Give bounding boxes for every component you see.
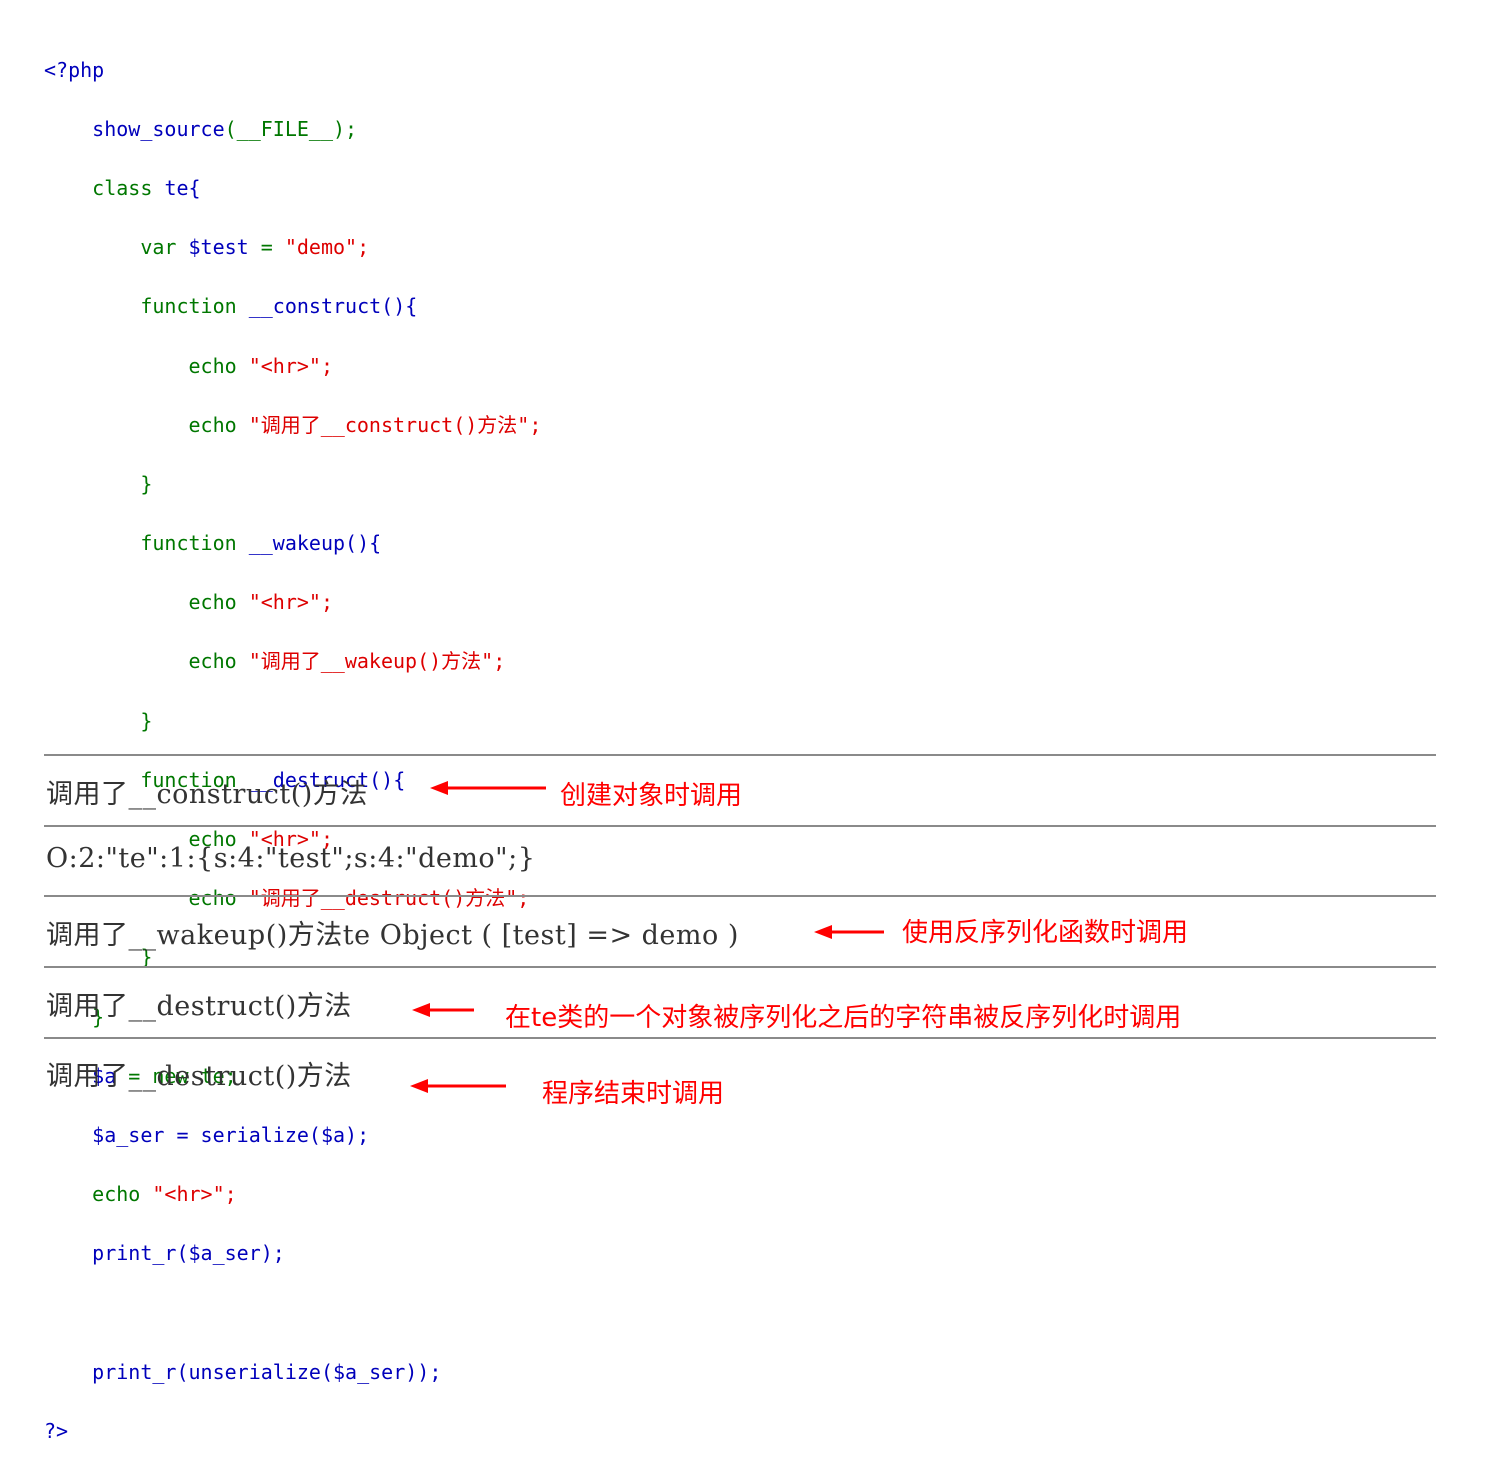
class-keyword: class: [92, 175, 153, 200]
echo-keyword: echo: [188, 649, 237, 674]
php-open-tag: <?php: [44, 57, 105, 82]
output-divider: [44, 966, 1436, 968]
arrow-left-icon: [410, 1079, 506, 1093]
destruct-message: "调用了__destruct()方法";: [248, 886, 530, 911]
php-source-listing: <?php show_source(__FILE__); class te{ v…: [44, 26, 541, 1476]
echo-hr-string: "<hr>";: [248, 590, 334, 615]
php-close-tag: ?>: [44, 1418, 69, 1443]
echo-keyword: echo: [188, 590, 237, 615]
output-divider: [44, 1037, 1436, 1039]
close-brace: }: [140, 708, 153, 733]
arrow-left-icon: [814, 925, 884, 939]
var-name: $test: [188, 235, 249, 260]
output-divider: [44, 754, 1436, 756]
annotation-destruct-object: 在te类的一个对象被序列化之后的字符串被反序列化时调用: [505, 1003, 1182, 1033]
show-source-call: show_source: [92, 116, 225, 141]
function-keyword: function: [140, 531, 237, 556]
show-source-arg: (__FILE__);: [224, 116, 358, 141]
construct-name: __construct(){: [248, 294, 418, 319]
output-destruct-line-1: 调用了__destruct()方法: [46, 991, 352, 1022]
var-keyword: var: [140, 235, 177, 260]
output-divider: [44, 825, 1436, 827]
output-construct-line: 调用了__construct()方法: [46, 779, 368, 810]
var-value: "demo";: [284, 235, 370, 260]
arrow-left-icon: [430, 781, 546, 795]
echo-keyword: echo: [92, 1182, 141, 1207]
wakeup-name: __wakeup(){: [248, 531, 382, 556]
echo-keyword: echo: [188, 353, 237, 378]
echo-keyword: echo: [188, 886, 237, 911]
output-serialized-line: O:2:"te":1:{s:4:"test";s:4:"demo";}: [46, 843, 536, 874]
echo-hr-string: "<hr>";: [152, 1182, 237, 1207]
annotation-unserialize-call: 使用反序列化函数时调用: [902, 918, 1189, 948]
serialize-stmt: $a_ser = serialize($a);: [92, 1122, 370, 1147]
output-wakeup-line: 调用了__wakeup()方法te Object ( [test] => dem…: [46, 920, 739, 951]
echo-keyword: echo: [188, 412, 237, 437]
close-brace: }: [140, 471, 153, 496]
function-keyword: function: [140, 294, 237, 319]
class-name: te{: [164, 175, 201, 200]
construct-message: "调用了__construct()方法";: [248, 412, 542, 437]
print-serialized-stmt: print_r($a_ser);: [92, 1241, 285, 1266]
echo-hr-string: "<hr>";: [248, 353, 334, 378]
annotation-create-object: 创建对象时调用: [560, 781, 743, 811]
output-divider: [44, 895, 1436, 897]
var-eq: =: [248, 235, 285, 260]
annotation-program-end: 程序结束时调用: [542, 1079, 725, 1109]
print-unserialize-stmt: print_r(unserialize($a_ser));: [92, 1359, 442, 1384]
arrow-left-icon: [412, 1003, 474, 1017]
wakeup-message: "调用了__wakeup()方法";: [248, 649, 506, 674]
output-destruct-line-2: 调用了__destruct()方法: [46, 1061, 352, 1092]
